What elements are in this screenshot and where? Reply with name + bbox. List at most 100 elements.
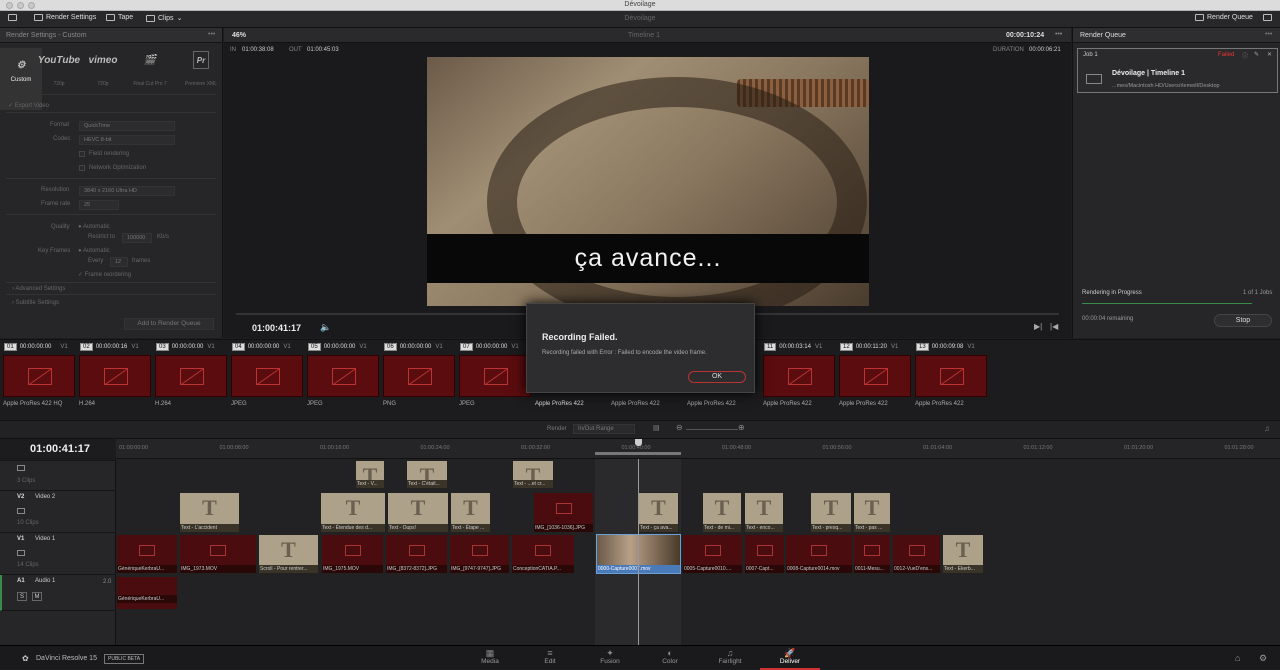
- title-clip[interactable]: T Text - L'accident: [179, 492, 240, 533]
- render-clip-thumbnail[interactable]: [3, 355, 75, 397]
- track-a1[interactable]: A1 Audio 1 2.0 S M: [0, 575, 116, 611]
- go-to-start-icon[interactable]: |◀: [1050, 322, 1058, 331]
- page-color[interactable]: ◐ Color: [640, 648, 700, 665]
- audio-clip[interactable]: GénériqueKerbraU...: [116, 576, 178, 610]
- add-to-render-queue-button[interactable]: Add to Render Queue: [124, 318, 214, 330]
- render-range-select[interactable]: In/Out Range: [573, 424, 635, 434]
- render-clip-thumbnail[interactable]: [79, 355, 151, 397]
- timeline-view-icon[interactable]: ▤: [653, 424, 660, 432]
- render-queue-button[interactable]: Render Queue: [1195, 14, 1253, 21]
- media-clip[interactable]: 0007-Capt...: [744, 534, 785, 574]
- audio-meter-icon[interactable]: ♫: [1264, 424, 1270, 433]
- render-job-item[interactable]: Job 1 Failed ⓘ ✎ ✕ Dévoilage | Timeline …: [1077, 48, 1278, 93]
- play-to-end-icon[interactable]: ▶|: [1034, 322, 1042, 331]
- more-options-icon[interactable]: •••: [208, 31, 215, 38]
- track-v1[interactable]: V1 Video 1 14 Clips: [0, 533, 116, 575]
- title-clip[interactable]: T Scroll - Pour rentrer...: [258, 534, 319, 574]
- title-clip[interactable]: T Text - pas ...: [853, 492, 891, 533]
- media-clip[interactable]: GénériqueKerbraU...: [116, 534, 178, 574]
- in-out-range-marker[interactable]: [595, 452, 681, 455]
- v2-monitor-icon[interactable]: [17, 508, 25, 514]
- page-media[interactable]: ▦ Media: [460, 648, 520, 665]
- title-clip[interactable]: T Text - Ekerb...: [942, 534, 984, 574]
- codec-select[interactable]: HEVC 8-bit: [79, 135, 175, 145]
- title-clip[interactable]: T Text - presq...: [810, 492, 852, 533]
- mute-button[interactable]: M: [32, 592, 42, 601]
- framerate-select[interactable]: 25: [79, 200, 119, 210]
- title-clip[interactable]: T Text - V...: [355, 460, 385, 489]
- job-info-icon[interactable]: ⓘ: [1242, 51, 1248, 60]
- media-clip[interactable]: IMG_[9747-9747].JPG: [449, 534, 510, 574]
- export-video-checkbox[interactable]: ✓ Export Video: [8, 102, 49, 109]
- media-clip[interactable]: 0011-Mesu...: [853, 534, 891, 574]
- field-rendering-checkbox[interactable]: [79, 151, 85, 157]
- zoom-select[interactable]: 46%: [232, 32, 246, 39]
- render-clip-thumbnail[interactable]: [155, 355, 227, 397]
- viewer-options-icon[interactable]: •••: [1055, 31, 1062, 38]
- every-value-input[interactable]: 12: [110, 257, 128, 267]
- media-clip[interactable]: IMG_1975.MOV: [321, 534, 384, 574]
- edit-job-icon[interactable]: ✎: [1254, 51, 1259, 58]
- timeline-name-select[interactable]: Timeline 1: [628, 32, 660, 39]
- network-optimization-checkbox[interactable]: [79, 165, 85, 171]
- text-title-icon: T: [410, 495, 426, 520]
- render-queue-menu-icon[interactable]: [1263, 14, 1272, 21]
- track-v3[interactable]: 3 Clips: [0, 461, 116, 491]
- zoom-in-icon[interactable]: ⊕: [738, 423, 745, 432]
- ok-button[interactable]: OK: [688, 371, 746, 383]
- page-fusion[interactable]: ✦ Fusion: [580, 648, 640, 665]
- render-clip-thumbnail[interactable]: [839, 355, 911, 397]
- frame-reordering-checkbox[interactable]: ✓ Frame reordering: [78, 271, 131, 278]
- preset-vimeo[interactable]: vimeo 720p: [82, 51, 124, 88]
- stop-button[interactable]: Stop: [1214, 314, 1272, 327]
- title-clip[interactable]: T Text - de mi...: [702, 492, 742, 533]
- resolution-select[interactable]: 3840 x 2160 Ultra HD: [79, 186, 175, 196]
- title-clip[interactable]: T Text - C'était...: [406, 460, 448, 489]
- settings-gear-icon[interactable]: ⚙: [1259, 653, 1267, 664]
- title-clip[interactable]: T Text - enco...: [744, 492, 784, 533]
- media-clip[interactable]: ConceptionCATIA.P...: [511, 534, 575, 574]
- title-clip[interactable]: T Text - ...et cr...: [512, 460, 554, 489]
- render-clip-thumbnail[interactable]: [459, 355, 531, 397]
- home-icon[interactable]: ⌂: [1235, 653, 1240, 663]
- media-clip[interactable]: IMG_1973.MOV: [179, 534, 257, 574]
- delete-job-icon[interactable]: ✕: [1267, 51, 1272, 58]
- zoom-slider[interactable]: [686, 429, 738, 430]
- restrict-value-input[interactable]: 100000: [122, 233, 152, 243]
- timeline-ruler[interactable]: 01:00:00:00 01:00:08:00 01:00:16:00 01:00:2…: [116, 439, 1280, 459]
- page-edit[interactable]: ≡ Edit: [520, 648, 580, 665]
- playhead-handle[interactable]: [635, 439, 642, 446]
- render-clip-thumbnail[interactable]: [383, 355, 455, 397]
- title-clip[interactable]: T Text - Étendue des d...: [320, 492, 386, 533]
- quality-automatic-radio[interactable]: ● Automatic: [78, 224, 110, 230]
- media-clip[interactable]: 0005-Capture0010....: [682, 534, 743, 574]
- media-clip[interactable]: 0008-Capture0014.mov: [785, 534, 853, 574]
- render-clip-thumbnail[interactable]: [307, 355, 379, 397]
- media-clip[interactable]: 0012-VueD'ens...: [892, 534, 941, 574]
- v3-monitor-icon[interactable]: [17, 465, 25, 471]
- title-clip[interactable]: T Text - Oups!: [387, 492, 449, 533]
- advanced-settings-toggle[interactable]: › Advanced Settings: [12, 286, 65, 292]
- keyframes-automatic-radio[interactable]: ● Automatic: [78, 248, 110, 254]
- preset-youtube[interactable]: YouTube 720p: [38, 51, 80, 88]
- preset-premiere[interactable]: Pr Premiere XML: [180, 51, 222, 87]
- track-v2[interactable]: V2 Video 2 10 Clips: [0, 491, 116, 533]
- page-deliver[interactable]: 🚀 Deliver: [760, 648, 820, 670]
- title-clip[interactable]: T Text - ça ava...: [638, 492, 679, 533]
- render-clip-thumbnail[interactable]: [915, 355, 987, 397]
- render-queue-options-icon[interactable]: •••: [1265, 31, 1272, 38]
- v1-monitor-icon[interactable]: [17, 550, 25, 556]
- render-clip-thumbnail[interactable]: [231, 355, 303, 397]
- preset-custom[interactable]: ⚙ Custom: [0, 48, 42, 110]
- media-clip[interactable]: IMG_[8372-8372].JPG: [385, 534, 448, 574]
- zoom-out-icon[interactable]: ⊖: [676, 423, 683, 432]
- title-clip[interactable]: T Text - Étape ...: [450, 492, 491, 533]
- subtitle-settings-toggle[interactable]: › Subtitle Settings: [12, 300, 59, 306]
- page-fairlight[interactable]: ♫ Fairlight: [700, 648, 760, 665]
- solo-button[interactable]: S: [17, 592, 27, 601]
- speaker-icon[interactable]: 🔈: [320, 322, 331, 333]
- preset-final-cut[interactable]: 🎬 Final Cut Pro 7: [129, 51, 171, 88]
- format-select[interactable]: QuickTime: [79, 121, 175, 131]
- media-clip[interactable]: IMG_[1036-1036].JPG: [533, 492, 594, 533]
- render-clip-thumbnail[interactable]: [763, 355, 835, 397]
